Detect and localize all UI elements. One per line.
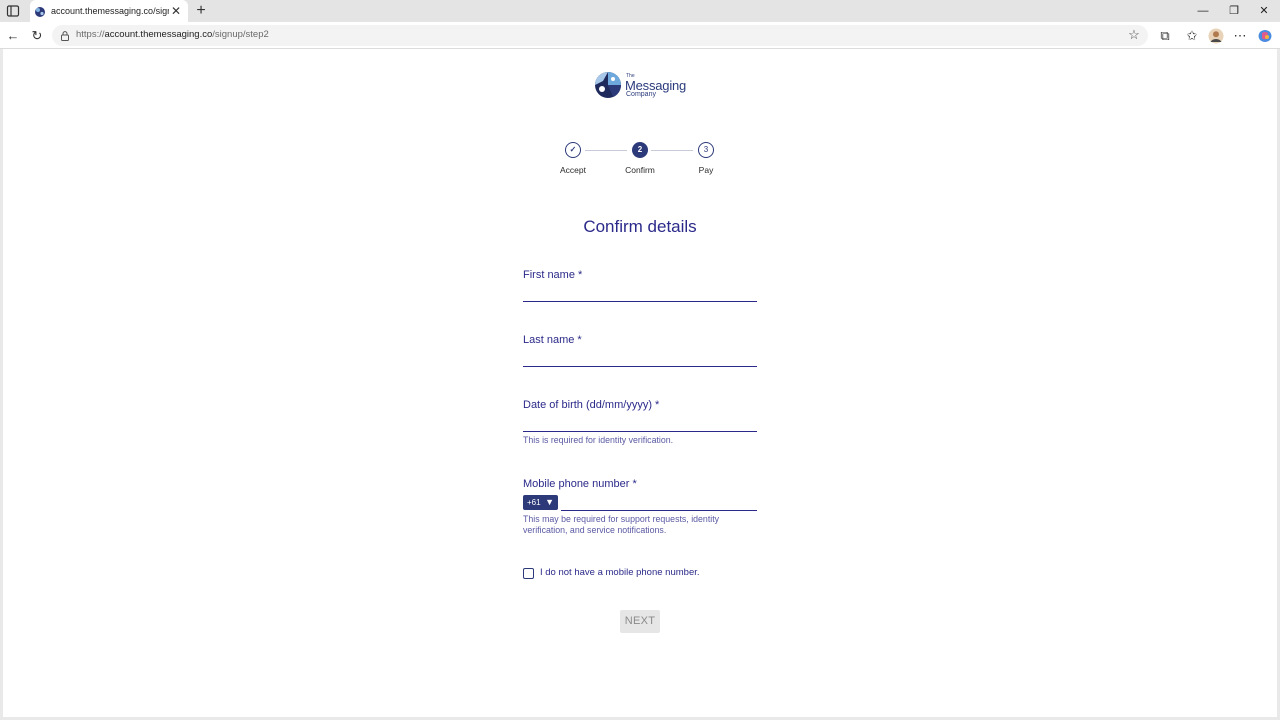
no-mobile-checkbox-label[interactable]: I do not have a mobile phone number.	[540, 567, 700, 578]
favorites-icon[interactable]: ✩	[1184, 28, 1200, 44]
last-name-input[interactable]	[523, 349, 757, 367]
last-name-label: Last name *	[523, 334, 582, 346]
logo-text-company: Company	[626, 91, 656, 98]
logo-mark-icon	[593, 69, 623, 101]
dob-help-text: This is required for identity verificati…	[523, 435, 674, 445]
site-favicon-icon	[34, 5, 46, 17]
new-tab-icon[interactable]: +	[193, 2, 209, 20]
step-accept-label: Accept	[560, 165, 586, 175]
favorite-star-icon[interactable]: ☆	[1126, 27, 1142, 43]
no-mobile-checkbox[interactable]	[523, 568, 534, 579]
first-name-input[interactable]	[523, 284, 757, 302]
back-icon[interactable]: ←	[5, 28, 21, 44]
lock-icon[interactable]	[59, 29, 71, 41]
stepper-connector	[585, 150, 627, 151]
sidebar-toggle-icon[interactable]	[6, 4, 20, 18]
minimize-icon[interactable]: —	[1194, 3, 1212, 19]
dropdown-arrow-icon: ▼	[545, 497, 554, 507]
mobile-help-text: This may be required for support request…	[523, 514, 720, 535]
step-accept-check-icon: ✓	[565, 142, 581, 158]
tab-title: account.themessaging.co/signup/step2	[51, 6, 169, 16]
browser-tab-bar: account.themessaging.co/signup/step2 ✕ +…	[0, 0, 1280, 22]
dob-label: Date of birth (dd/mm/yyyy) *	[523, 399, 660, 411]
restore-icon[interactable]: ❐	[1225, 3, 1243, 19]
next-button[interactable]: NEXT	[620, 610, 660, 633]
step-confirm-number: 2	[632, 142, 648, 158]
browser-tab[interactable]: account.themessaging.co/signup/step2 ✕	[30, 0, 188, 22]
profile-avatar-icon[interactable]	[1208, 28, 1224, 44]
extensions-icon[interactable]: ⧉	[1157, 28, 1173, 44]
mobile-number-input[interactable]	[561, 493, 757, 511]
window-close-icon[interactable]: ✕	[1255, 3, 1273, 19]
address-bar[interactable]: https://account.themessaging.co/signup/s…	[52, 25, 1148, 46]
step-confirm-label: Confirm	[625, 165, 655, 175]
tab-close-icon[interactable]: ✕	[169, 4, 183, 18]
page-title: Confirm details	[583, 217, 697, 236]
first-name-label: First name *	[523, 269, 583, 281]
step-pay-number: 3	[698, 142, 714, 158]
company-logo: The Messaging Company	[593, 69, 693, 101]
country-code-select[interactable]: +61 ▼	[523, 495, 558, 510]
country-code-value: +61	[527, 498, 541, 507]
signup-stepper: ✓ Accept 2 Confirm 3 Pay	[558, 140, 728, 190]
step-pay-label: Pay	[698, 165, 714, 175]
browser-toolbar: ← ↻ https://account.themessaging.co/sign…	[0, 22, 1280, 49]
page-content: The Messaging Company ✓ Accept 2 Confirm…	[3, 49, 1277, 717]
stepper-connector	[651, 150, 693, 151]
reload-icon[interactable]: ↻	[29, 28, 45, 44]
url-text[interactable]: https://account.themessaging.co/signup/s…	[76, 29, 269, 40]
mobile-label: Mobile phone number *	[523, 478, 637, 490]
copilot-icon[interactable]	[1257, 28, 1273, 44]
more-menu-icon[interactable]: ⋯	[1232, 28, 1248, 44]
dob-input[interactable]	[523, 414, 757, 432]
